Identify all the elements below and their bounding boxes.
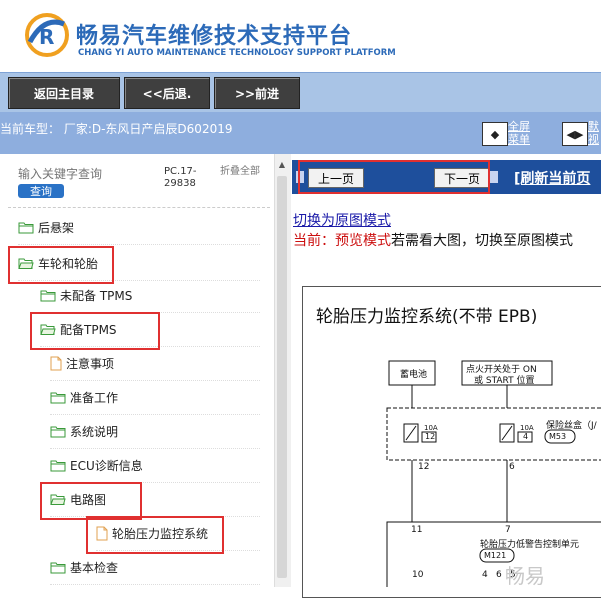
view-toggle-icon[interactable]: ◀▶ (562, 122, 588, 146)
scroll-thumb[interactable] (277, 176, 287, 578)
tree-item-label: 注意事项 (66, 356, 115, 371)
wire-label-1: 12 (418, 462, 430, 472)
bottom-pin-1: 10 (412, 570, 424, 580)
back-button[interactable]: <<后退. (124, 77, 210, 109)
mode-current: 当前：预览模式 (293, 233, 391, 249)
tree-row-divider (50, 448, 260, 449)
tree-item[interactable]: 注意事项 (50, 350, 114, 376)
control-unit-label: 轮胎压力低警告控制单元 (480, 540, 580, 550)
logo-icon: R (25, 13, 69, 57)
brand-title: 畅易汽车维修技术支持平台 (76, 24, 353, 49)
watermark: 畅易 (505, 564, 545, 588)
mode-hint: 若需看大图，切换至原图模式 (391, 233, 573, 249)
tree-item-label: 准备工作 (70, 390, 119, 405)
bottom-pin-3: 6 (496, 570, 502, 580)
tree-item[interactable]: 基本检查 (50, 554, 118, 580)
scroll-up-icon[interactable]: ▲ (274, 158, 290, 170)
bottom-pin-2: 4 (482, 570, 488, 580)
svg-text:R: R (39, 25, 54, 49)
pin-label-2: 7 (505, 525, 511, 535)
fuse1-amp: 10A (424, 424, 438, 432)
tree-item[interactable]: 未配备 TPMS (40, 282, 132, 308)
tree-row-divider (50, 584, 260, 585)
tree-row-divider (50, 380, 260, 381)
fuse-connector: M53 (549, 432, 567, 441)
forward-button[interactable]: >>前进 (214, 77, 300, 109)
mode-status: 当前：预览模式若需看大图，切换至原图模式 (293, 230, 573, 250)
tree-item-label: 后悬架 (38, 220, 75, 235)
refresh-link[interactable]: [刷新当前页 (514, 168, 590, 188)
control-unit-connector: M121 (484, 551, 507, 560)
folder-icon (50, 460, 66, 471)
document-icon (50, 356, 62, 370)
pin-label-1: 11 (411, 525, 423, 535)
folder-icon (40, 290, 56, 301)
brand-subtitle: CHANG YI AUTO MAINTENANCE TECHNOLOGY SUP… (78, 48, 396, 58)
ignition-label-2: 或 START 位置 (474, 376, 535, 386)
tree-item[interactable]: 准备工作 (50, 384, 118, 410)
divider (8, 207, 270, 208)
folder-icon (50, 426, 66, 437)
search-button[interactable]: 查询 (18, 184, 64, 198)
wire-label-2: 6 (509, 462, 515, 472)
page-nav-highlight (298, 160, 490, 194)
search-input[interactable] (18, 164, 158, 184)
right-arrow-icon[interactable] (490, 171, 498, 183)
fuse-box-label: 保险丝盒（J/ (546, 421, 597, 431)
tree-row-divider (50, 414, 260, 415)
home-button[interactable]: 返回主目录 (8, 77, 120, 109)
fullscreen-menu-link[interactable]: 全屏菜单 (508, 120, 538, 146)
tree-item[interactable]: ECU诊断信息 (50, 452, 143, 478)
tree-item-label: 基本检查 (70, 560, 119, 575)
switch-mode-link[interactable]: 切换为原图模式 (293, 210, 391, 230)
fuse2-number: 4 (523, 432, 529, 441)
tree-item-label: ECU诊断信息 (70, 458, 143, 473)
tree-row-divider (18, 244, 260, 245)
fuse1-number: 12 (425, 432, 436, 441)
tree-item-highlight (8, 246, 114, 284)
collapse-all-button[interactable]: 折叠全部 (220, 166, 260, 178)
current-vehicle: 当前车型： 厂家:D-东风日产启辰D602019 (0, 122, 233, 136)
folder-icon (50, 392, 66, 403)
tree-item-label: 系统说明 (70, 424, 119, 439)
tree-item-highlight (40, 482, 142, 520)
battery-label: 蓄电池 (400, 370, 428, 380)
pc-code: PC.17-29838 (164, 166, 197, 189)
tree-item-label: 未配备 TPMS (60, 288, 133, 303)
tree-item-highlight (86, 516, 224, 554)
tree-item[interactable]: 系统说明 (50, 418, 118, 444)
fuse2-amp: 10A (520, 424, 534, 432)
fullscreen-icon[interactable]: ◆ (482, 122, 508, 146)
folder-icon (18, 222, 34, 233)
view-toggle-link[interactable]: 默视 (588, 120, 601, 146)
tree-item-highlight (30, 312, 160, 350)
tree-item[interactable]: 后悬架 (18, 214, 74, 240)
folder-icon (50, 562, 66, 573)
